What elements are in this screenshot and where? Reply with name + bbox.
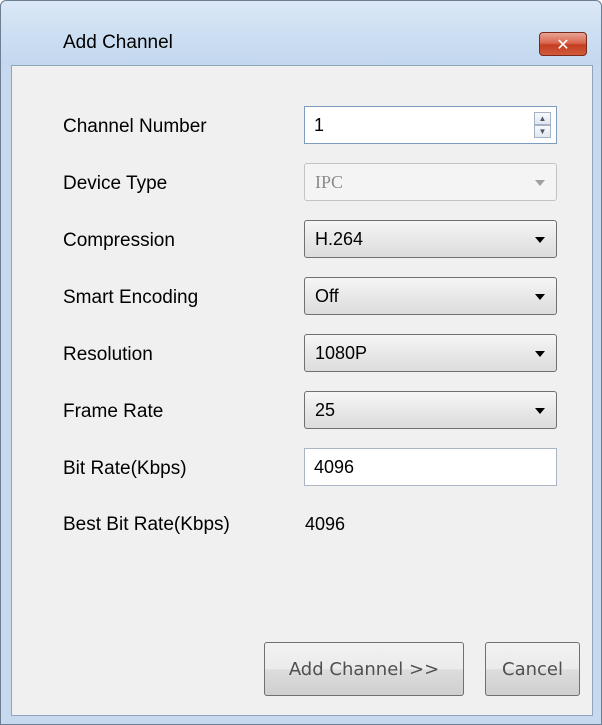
frame-rate-label: Frame Rate [63,401,164,422]
channel-number-spinner[interactable]: 1 ▲ ▼ [304,106,557,144]
resolution-select[interactable]: 1080P [304,334,557,372]
bit-rate-label: Bit Rate(Kbps) [63,458,187,479]
smart-encoding-select[interactable]: Off [304,277,557,315]
chevron-down-icon [535,351,545,357]
bit-rate-value: 4096 [314,457,355,477]
add-channel-dialog: Add Channel ✕ Channel Number 1 ▲ ▼ Devic… [0,0,602,725]
resolution-value: 1080P [315,343,368,363]
resolution-label: Resolution [63,344,153,365]
smart-encoding-value: Off [315,286,339,306]
title-bar[interactable]: Add Channel ✕ [1,1,601,65]
device-type-label: Device Type [63,173,168,194]
best-bit-rate-label: Best Bit Rate(Kbps) [63,514,230,535]
best-bit-rate-value: 4096 [305,514,346,534]
compression-value: H.264 [315,229,364,249]
spinner-buttons: ▲ ▼ [534,112,551,138]
chevron-down-icon [535,408,545,414]
device-type-value: IPC [315,172,344,192]
spin-down-icon[interactable]: ▼ [534,125,551,138]
compression-select[interactable]: H.264 [304,220,557,258]
frame-rate-select[interactable]: 25 [304,391,557,429]
chevron-down-icon [535,237,545,243]
close-icon: ✕ [556,34,570,54]
chevron-down-icon [535,180,545,186]
channel-number-value: 1 [314,115,325,135]
close-button[interactable]: ✕ [539,32,587,56]
chevron-down-icon [535,294,545,300]
spin-up-icon[interactable]: ▲ [534,112,551,125]
bit-rate-input[interactable]: 4096 [304,448,557,486]
channel-number-label: Channel Number [63,116,207,137]
add-channel-button[interactable]: Add Channel >> [264,642,464,696]
frame-rate-value: 25 [315,400,336,420]
cancel-button[interactable]: Cancel [485,642,580,696]
device-type-select: IPC [304,163,557,201]
smart-encoding-label: Smart Encoding [63,287,199,308]
compression-label: Compression [63,230,175,251]
window-title: Add Channel [63,32,173,53]
